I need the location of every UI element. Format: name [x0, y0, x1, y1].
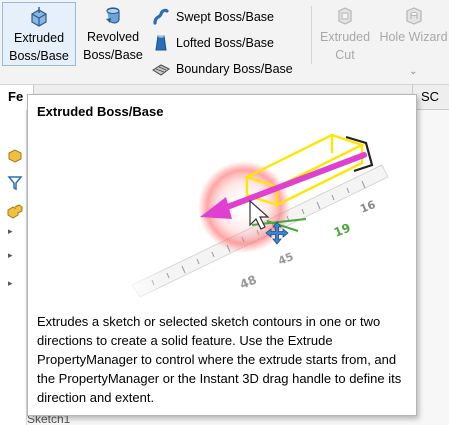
revolved-line1: Revolved — [86, 30, 140, 44]
extruded-cut-icon — [332, 5, 358, 27]
boundary-boss-base-button[interactable]: Boundary Boss/Base — [150, 56, 293, 82]
ruler-label-45: 45 — [276, 250, 295, 268]
extruded-cut-line2: Cut — [335, 48, 355, 62]
revolved-line2: Boss/Base — [83, 48, 143, 62]
extruded-line2: Boss/Base — [9, 49, 69, 63]
expand-arrow-icon[interactable]: ▸ — [8, 250, 13, 261]
expand-arrow-icon[interactable]: ▸ — [8, 226, 13, 237]
lofted-label: Lofted Boss/Base — [176, 36, 274, 50]
boundary-icon — [150, 59, 172, 79]
filter-icon[interactable] — [6, 174, 24, 192]
swept-label: Swept Boss/Base — [176, 10, 274, 24]
features-ribbon: Extruded Boss/Base Revolved Boss/Base Sw… — [0, 0, 449, 84]
hole-wizard-icon — [401, 5, 427, 27]
ribbon-separator — [311, 6, 312, 64]
expand-arrow-icon[interactable]: ▸ — [8, 278, 13, 289]
extrude-icon — [26, 6, 52, 28]
extruded-cut-line1: Extruded — [319, 30, 371, 44]
extruded-cut-button[interactable]: Extruded Cut — [314, 2, 376, 66]
swept-icon — [150, 7, 172, 27]
ruler-label-19: 19 — [332, 221, 353, 240]
tooltip-description: Extrudes a sketch or selected sketch con… — [37, 314, 402, 405]
revolve-icon — [100, 5, 126, 27]
ruler-label-16: 16 — [358, 198, 377, 216]
extruded-boss-base-tooltip: Extruded Boss/Base 48 45 19 16 Extrudes … — [27, 94, 417, 416]
part-icon[interactable] — [6, 146, 24, 164]
boundary-label: Boundary Boss/Base — [176, 62, 293, 76]
extruded-boss-base-button[interactable]: Extruded Boss/Base — [2, 2, 76, 66]
hole-wizard-button[interactable]: Hole Wizard — [378, 2, 449, 66]
boss-base-small-group: Swept Boss/Base Lofted Boss/Base Boundar… — [150, 4, 293, 82]
tooltip-title: Extruded Boss/Base — [37, 104, 164, 119]
hole-wizard-label: Hole Wizard — [379, 30, 448, 44]
lofted-boss-base-button[interactable]: Lofted Boss/Base — [150, 30, 293, 56]
revolved-boss-base-button[interactable]: Revolved Boss/Base — [78, 2, 148, 66]
extruded-line1: Extruded — [13, 31, 65, 45]
lofted-icon — [150, 33, 172, 53]
ribbon-dropdown-arrow[interactable]: ⌄ — [409, 66, 417, 77]
swept-boss-base-button[interactable]: Swept Boss/Base — [150, 4, 293, 30]
component-icon[interactable] — [6, 202, 24, 220]
feature-tree-panel: ▸ ▸ ▸ — [0, 110, 27, 425]
tab-sc[interactable]: SC — [412, 85, 449, 110]
extrude-preview-illustration: 48 45 19 16 — [122, 133, 389, 315]
